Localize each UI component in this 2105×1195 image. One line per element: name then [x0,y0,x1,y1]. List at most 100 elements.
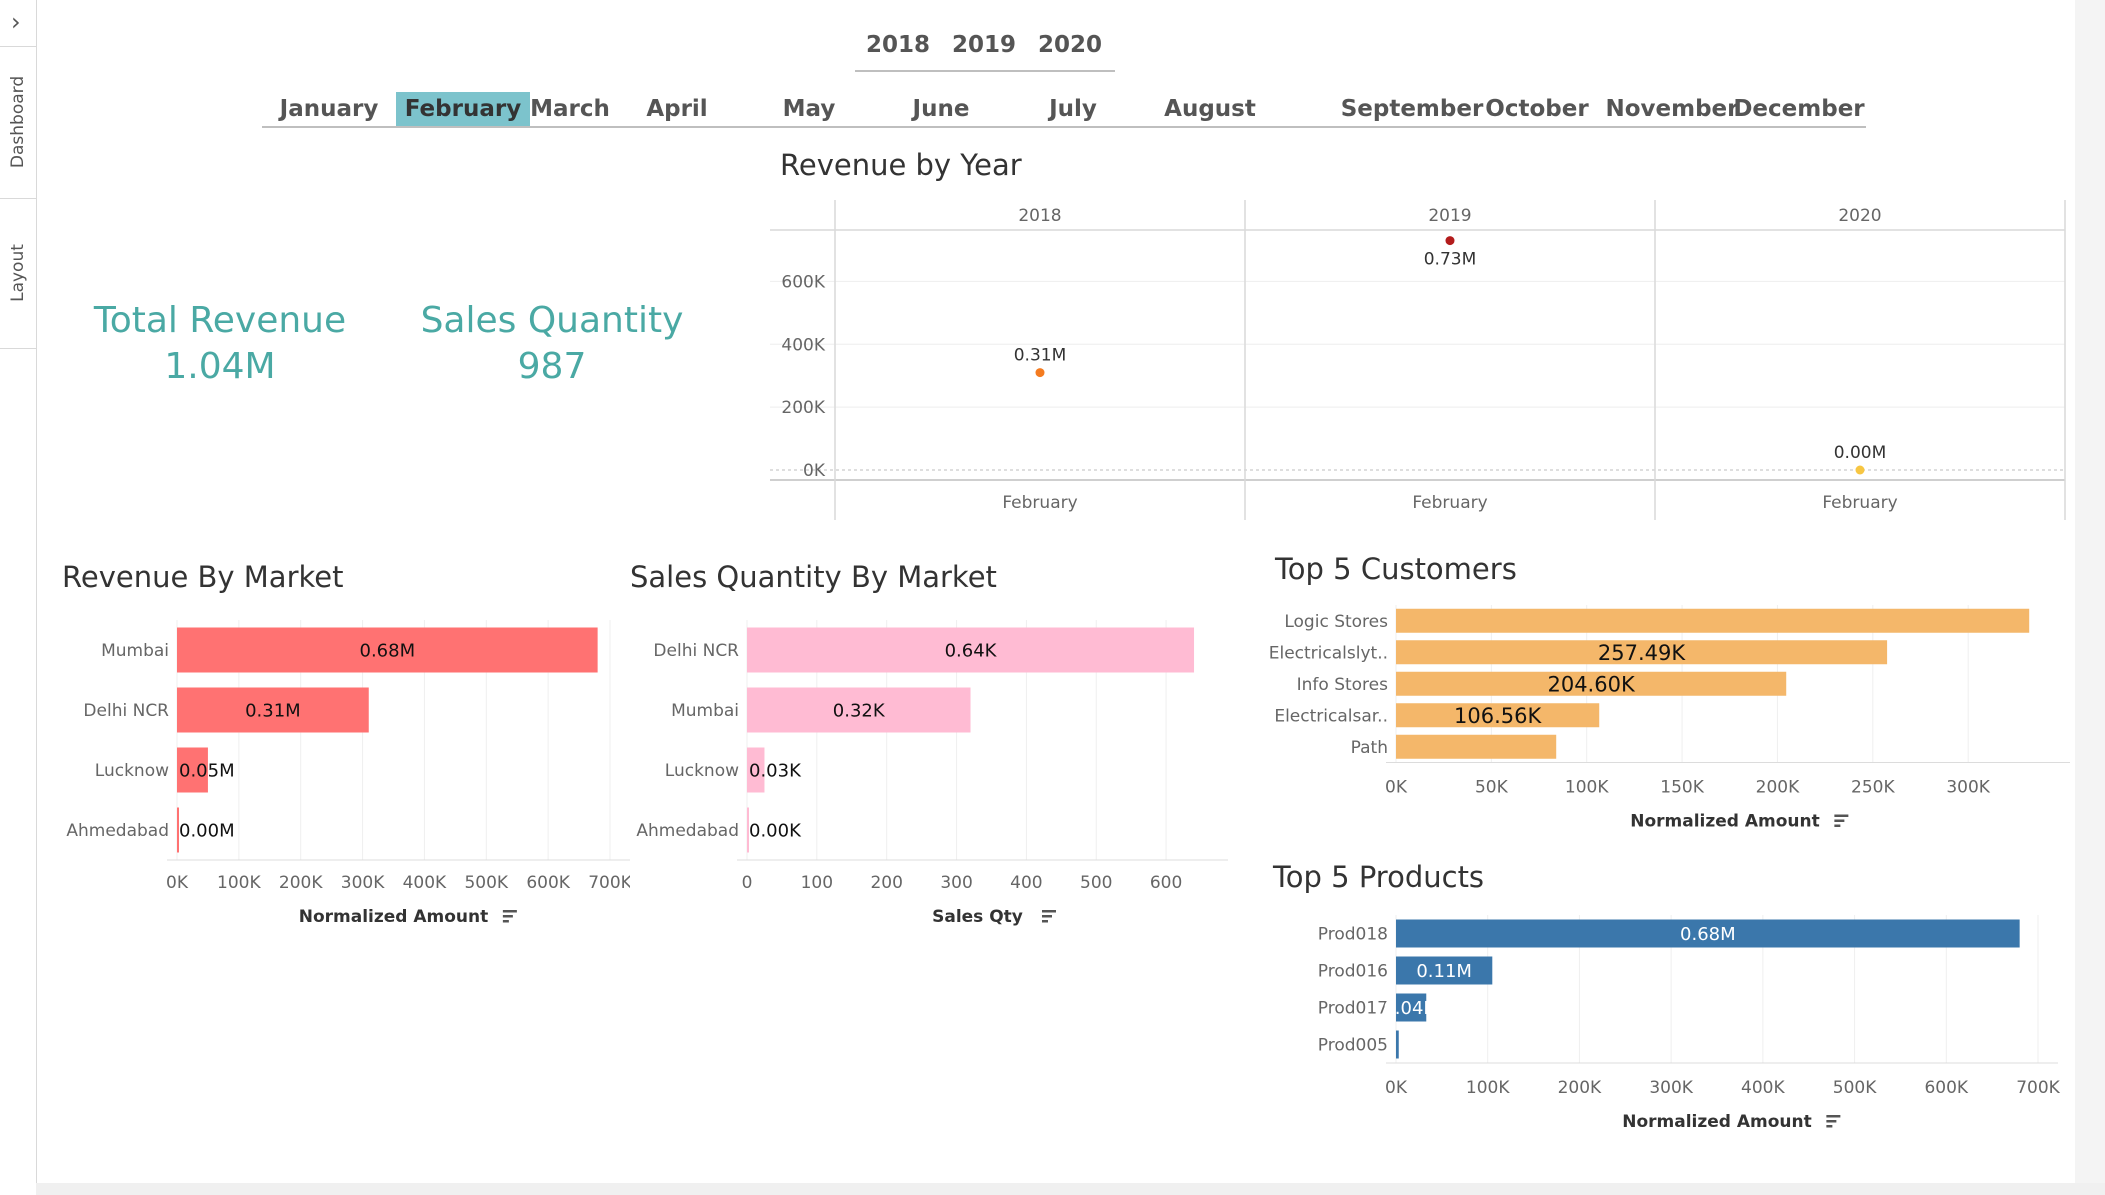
month-filter-item[interactable]: May [744,92,874,126]
x-tick-label: 600K [526,873,570,893]
category-label: Prod018 [1318,925,1388,945]
layout-tab[interactable]: Layout [0,198,36,349]
sort-icon [1834,824,1841,827]
data-label: 0.32K [833,700,886,721]
kpi-total-revenue-label: Total Revenue [93,300,347,341]
data-label: 0.68M [360,640,416,661]
x-tick-label: 100K [217,873,261,893]
sort-icon [1826,1125,1833,1128]
category-label: Prod016 [1318,962,1388,982]
dashboard-tab[interactable]: Dashboard [0,46,36,199]
data-point [1035,368,1045,378]
y-tick-label: 400K [781,335,825,355]
x-tick-label: 200K [1558,1078,1602,1098]
data-label: 0.05M [179,760,235,781]
top5-products-chart: 0K 100K 200K 300K 400K 500K 600K 700K Prod018 0.6… [1318,915,2061,1132]
data-label: 0.03K [749,760,802,781]
data-label: 0.00M [1834,443,1887,463]
data-label: 0.11M [1416,961,1472,982]
data-label: 0.00K [749,820,802,841]
month-filter-item[interactable]: November [1602,92,1742,126]
x-tick-label: 300K [341,873,385,893]
bar [1396,608,2030,633]
x-tick-label: 150K [1660,778,1704,798]
data-label: 0.64K [945,640,998,661]
x-tick-label: 100K [1565,778,1609,798]
year-filter-item[interactable]: 2018 [855,32,941,58]
dashboard-tab-label: Dashboard [8,75,28,169]
x-tick-label: 500K [464,873,508,893]
data-point [1445,236,1455,246]
data-label: 257.49K [1598,641,1686,665]
panel-header-label: 2020 [1838,206,1881,226]
x-axis-title: Normalized Amount [299,907,489,927]
sort-icon [1041,920,1048,923]
bottom-margin [36,1183,2105,1195]
category-label: Ahmedabad [66,821,169,841]
y-tick-label: 200K [781,398,825,418]
x-tick-label: February [1412,493,1487,513]
month-filter-item[interactable]: August [1140,92,1280,126]
month-filter-item-selected[interactable]: February [396,92,530,126]
x-tick-label: 300K [1946,778,1990,798]
x-axis-title: Normalized Amount [1622,1112,1812,1132]
sort-icon [1826,1115,1841,1118]
x-tick-label: 250K [1851,778,1895,798]
x-tick-label: 500 [1080,873,1112,893]
sales-qty-by-market-chart: 0 100 200 300 400 500 600 Delhi NCR 0.64K Mumbai 0… [636,620,1228,927]
year-filter-item[interactable]: 2019 [941,32,1027,58]
x-tick-label: 50K [1475,778,1509,798]
panel-header-label: 2019 [1428,206,1471,226]
category-label: Mumbai [671,701,739,721]
month-filter-item[interactable]: July [1008,92,1138,126]
data-label: 0.00M [179,820,235,841]
category-label: Prod017 [1318,999,1388,1019]
data-point [1855,465,1865,475]
month-filter-item[interactable]: December [1732,92,1866,126]
x-tick-label: 600K [1924,1078,1968,1098]
category-label: Lucknow [665,761,739,781]
x-tick-label: 300 [940,873,972,893]
category-label: Path [1351,738,1388,758]
x-tick-label: 0K [166,873,189,893]
x-tick-label: 700K [2016,1078,2060,1098]
top5-customers-chart: 0K 50K 100K 150K 200K 250K 300K Logic Stores Ele… [1269,605,2070,832]
category-label: Lucknow [95,761,169,781]
sort-icon [502,920,509,923]
month-filter-item[interactable]: April [610,92,744,126]
x-tick-label: 400K [403,873,447,893]
x-tick-label: 200K [279,873,323,893]
side-panel: › Dashboard Layout [0,0,37,1195]
month-filter-item[interactable]: June [874,92,1008,126]
category-label: Mumbai [101,641,169,661]
revenue-by-year-title: Revenue by Year [780,148,1022,182]
kpi-total-revenue-value: 1.04M [164,346,276,387]
x-tick-label: 300K [1649,1078,1693,1098]
month-filter-item[interactable]: January [262,92,396,126]
category-label: Electricalslyt.. [1269,643,1388,663]
kpi-total-revenue: Total Revenue 1.04M [90,298,350,390]
kpi-sales-quantity: Sales Quantity 987 [412,298,692,390]
chevron-right-icon: › [11,8,21,36]
x-tick-label: 400K [1741,1078,1785,1098]
data-label: 0.31M [1014,346,1067,366]
expand-button[interactable]: › [0,0,36,47]
data-label: 0.31M [245,700,301,721]
month-filter-item[interactable]: October [1467,92,1607,126]
sort-icon [1834,814,1849,817]
x-tick-label: 0K [1385,1078,1408,1098]
y-tick-label: 600K [781,272,825,292]
category-label: Delhi NCR [653,641,739,661]
y-tick-label: 0K [803,461,826,481]
top5-products-title: Top 5 Products [1273,860,1485,894]
x-tick-label: 400 [1010,873,1042,893]
top5-customers-title: Top 5 Customers [1275,552,1517,586]
year-filter-item[interactable]: 2020 [1027,32,1113,58]
revenue-by-year-chart: 0K 200K 400K 600K 2018 February 0.31M 2019 Febru… [770,200,2066,520]
x-axis-title: Normalized Amount [1630,812,1820,832]
month-filter-item[interactable]: March [530,92,610,126]
revenue-by-market-title: Revenue By Market [62,560,344,594]
kpi-sales-quantity-value: 987 [517,346,587,387]
x-tick-label: 0 [742,873,753,893]
x-tick-label: 100 [801,873,833,893]
